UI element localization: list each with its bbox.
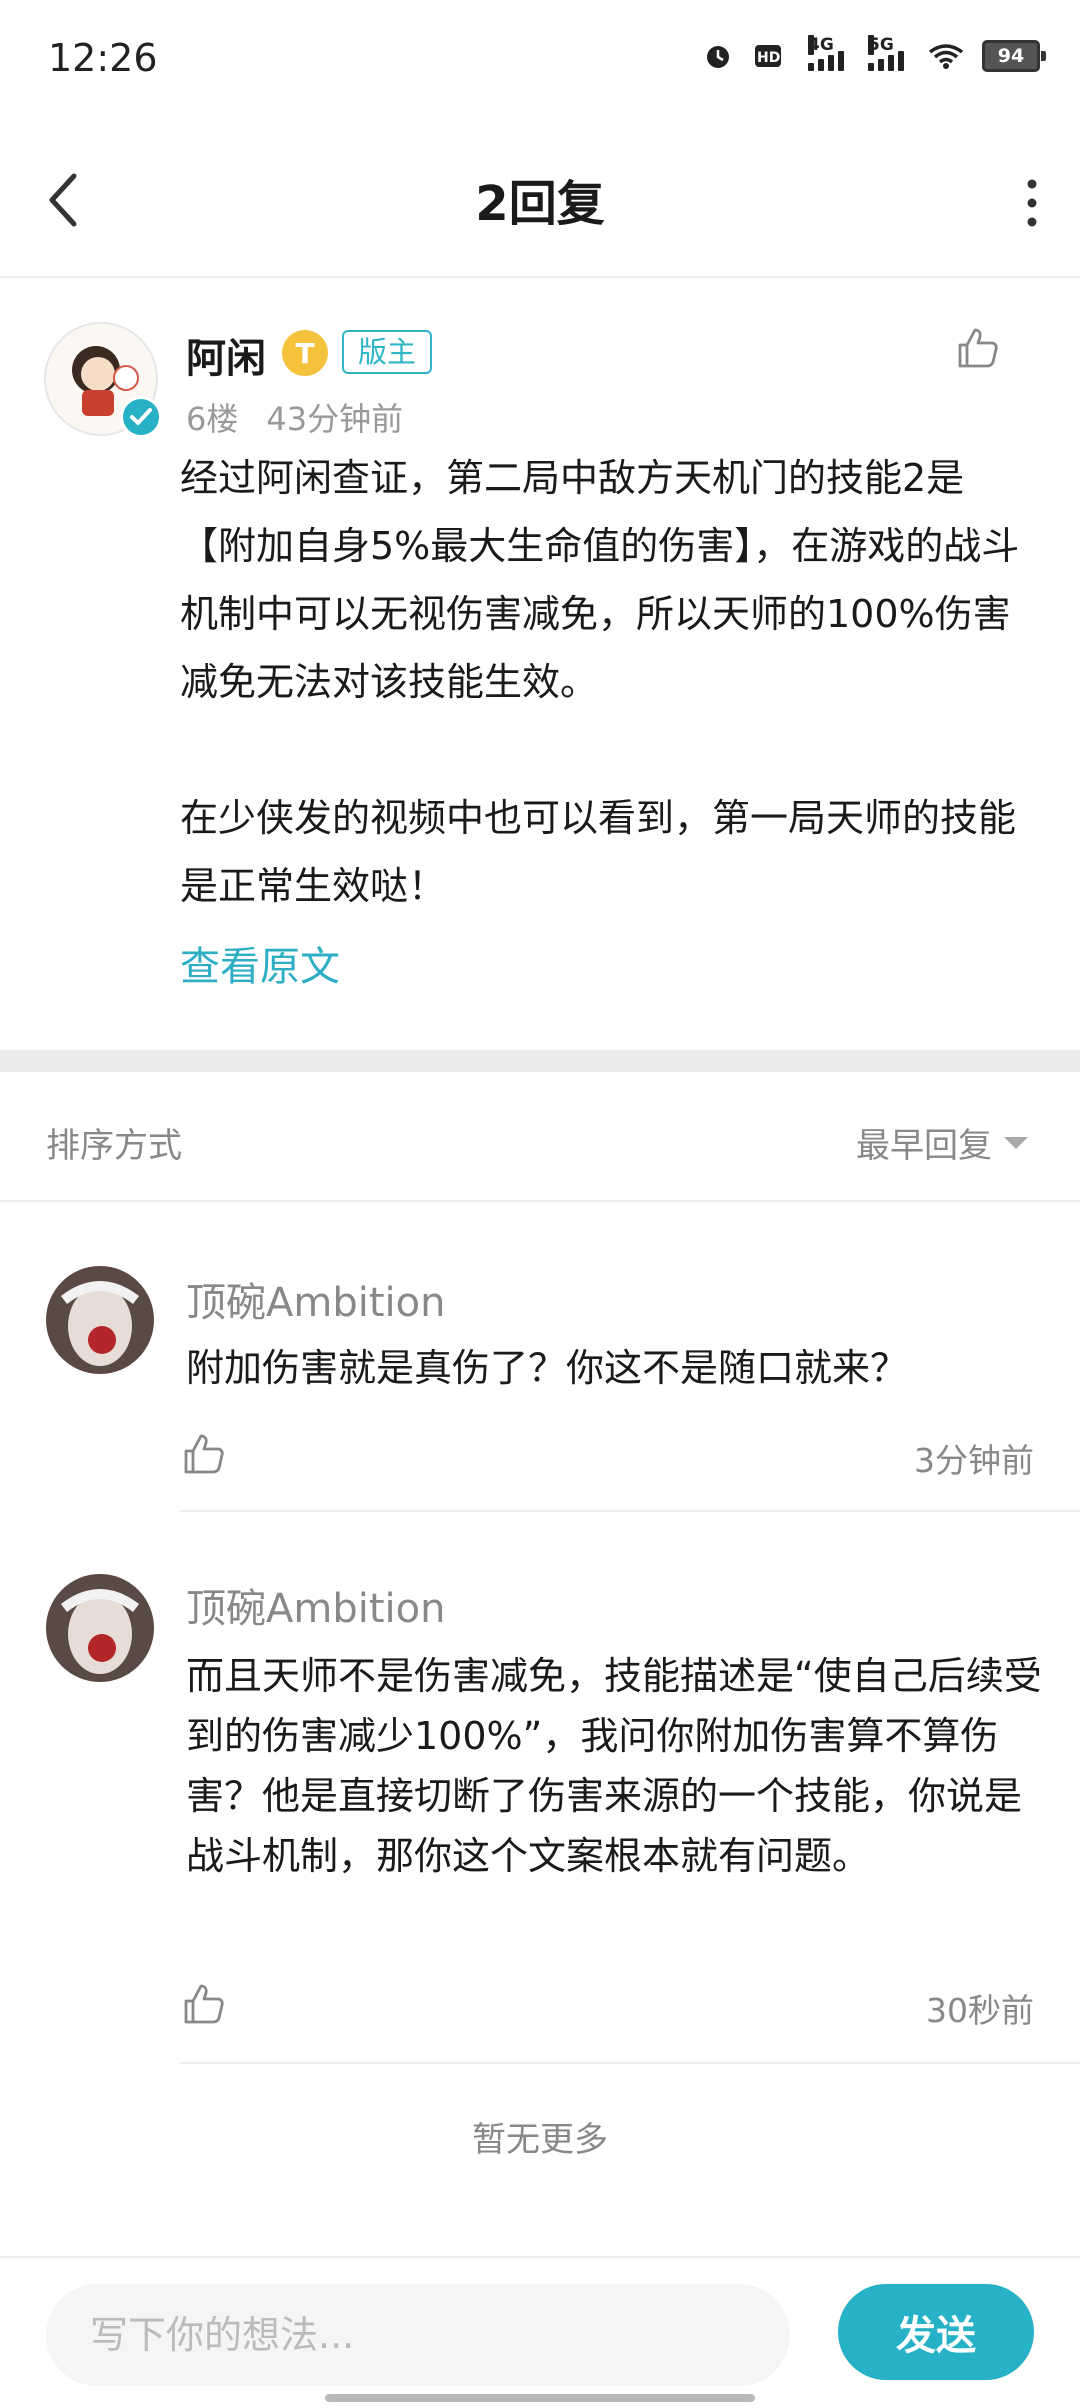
floor-number: 6楼	[186, 400, 239, 438]
signal-5g-icon: 5G	[868, 35, 910, 71]
send-button[interactable]: 发送	[838, 2284, 1034, 2380]
reply-time: 3分钟前	[914, 1441, 1034, 1480]
reply-avatar[interactable]	[46, 1266, 154, 1374]
reply-text: 附加伤害就是真伤了？你这不是随口就来？	[186, 1346, 909, 1390]
post-meta: 6楼 43分钟前	[186, 394, 403, 440]
signal-4g-icon: 4G	[808, 35, 850, 71]
reply-time: 30秒前	[926, 1991, 1034, 2030]
header-bar: 2回复	[0, 140, 1080, 278]
no-more-text: 暂无更多	[472, 2120, 608, 2160]
svg-text:HD: HD	[757, 50, 780, 66]
thumbs-up-icon[interactable]	[182, 1432, 226, 1476]
home-indicator[interactable]	[325, 2394, 755, 2402]
status-time: 12:26	[48, 36, 158, 80]
wifi-icon	[928, 44, 964, 69]
thumbs-up-icon[interactable]	[956, 326, 1000, 370]
sort-value: 最早回复	[856, 1126, 992, 1166]
battery-level: 94	[997, 45, 1025, 67]
caret-down-icon	[1004, 1136, 1028, 1149]
comment-input[interactable]	[46, 2284, 790, 2386]
network-label-5g: 5G	[868, 35, 894, 55]
reply-avatar[interactable]	[46, 1574, 154, 1682]
more-vertical-icon[interactable]	[1020, 176, 1044, 230]
battery-icon: 94	[982, 40, 1046, 72]
divider	[0, 2256, 1080, 2258]
page-title: 2回复	[475, 176, 605, 232]
avatar-photo	[46, 1574, 154, 1682]
thumbs-up-icon[interactable]	[182, 1982, 226, 2026]
post-time: 43分钟前	[266, 400, 404, 438]
sort-dropdown[interactable]: 最早回复	[856, 1118, 1028, 1167]
alarm-icon	[707, 46, 729, 68]
reply-text: 而且天师不是伤害减免，技能描述是“使自己后续受到的伤害减少100%”，我问你附加…	[186, 1654, 1042, 1878]
divider	[180, 1510, 1080, 1512]
author-name[interactable]: 阿闲	[186, 326, 266, 384]
reply-author[interactable]: 顶碗Ambition	[186, 1576, 445, 1634]
post-body: 经过阿闲查证，第二局中敌方天机门的技能2是【附加自身5%最大生命值的伤害】，在游…	[180, 456, 1020, 908]
verified-badge-icon	[120, 396, 162, 438]
view-original-link[interactable]: 查看原文	[180, 934, 340, 992]
avatar-photo	[46, 1266, 154, 1374]
status-icons: HD 4G 5G 94	[700, 35, 1046, 72]
reply-author[interactable]: 顶碗Ambition	[186, 1270, 445, 1328]
divider	[0, 1200, 1080, 1202]
divider	[180, 2062, 1080, 2064]
section-divider	[0, 1050, 1080, 1072]
sort-label: 排序方式	[46, 1126, 182, 1166]
level-badge-icon: T	[282, 330, 328, 376]
moderator-badge: 版主	[342, 330, 433, 374]
hd-icon: HD	[755, 45, 781, 67]
network-label-4g: 4G	[808, 35, 834, 55]
